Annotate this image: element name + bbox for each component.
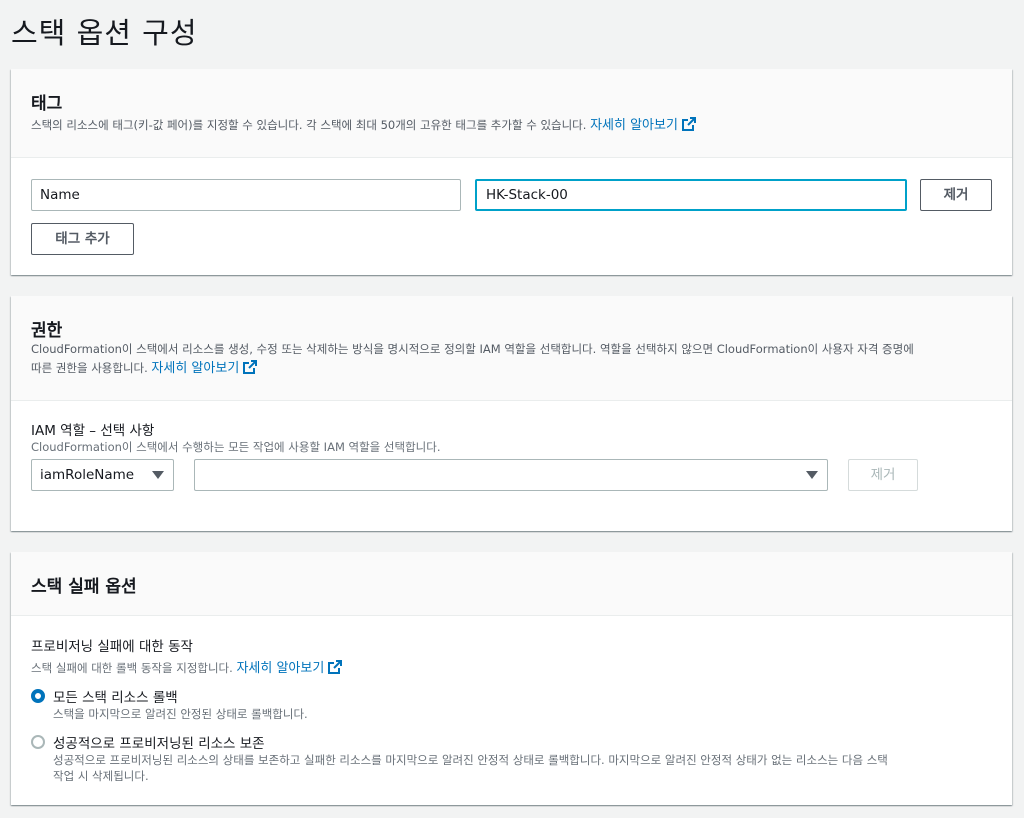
preserve-resources-description: 성공적으로 프로비저닝된 리소스의 상태를 보존하고 실패한 리소스를 마지막으…: [53, 752, 993, 784]
external-link-icon: [328, 660, 343, 674]
permissions-panel: 권한 CloudFormation이 스택에서 리소스를 생성, 수정 또는 삭…: [11, 296, 1012, 531]
failure-behavior-description-wrap: 스택 실패에 대한 롤백 동작을 지정합니다. 자세히 알아보기: [31, 657, 343, 676]
iam-role-type-value: iamRoleName: [40, 467, 135, 483]
iam-role-type-select[interactable]: iamRoleName: [31, 459, 174, 491]
failure-title: 스택 실패 옵션: [31, 577, 137, 597]
permissions-header: 권한 CloudFormation이 스택에서 리소스를 생성, 수정 또는 삭…: [11, 296, 1012, 401]
external-link-icon: [681, 117, 696, 131]
permissions-description-line2: 따른 권한을 사용합니다.: [31, 361, 148, 375]
tags-learn-more-label: 자세히 알아보기: [590, 118, 678, 133]
tag-value-input[interactable]: HK-Stack-00: [475, 179, 907, 211]
page-title: 스택 옵션 구성: [11, 16, 198, 50]
tags-title: 태그: [31, 94, 63, 114]
failure-behavior-label: 프로비저닝 실패에 대한 동작: [31, 639, 193, 655]
rollback-all-radio[interactable]: [31, 689, 45, 703]
iam-role-description: CloudFormation이 스택에서 수행하는 모든 작업에 사용할 IAM…: [31, 440, 441, 454]
chevron-down-icon: [806, 471, 818, 479]
tags-panel: 태그 스택의 리소스에 태그(키-값 페어)를 지정할 수 있습니다. 각 스택…: [11, 69, 1012, 275]
preserve-resources-label: 성공적으로 프로비저닝된 리소스 보존: [53, 736, 265, 752]
remove-role-button[interactable]: 제거: [848, 459, 918, 491]
failure-options-panel: 스택 실패 옵션 프로비저닝 실패에 대한 동작 스택 실패에 대한 롤백 동작…: [11, 552, 1012, 805]
tags-description: 스택의 리소스에 태그(키-값 페어)를 지정할 수 있습니다. 각 스택에 최…: [31, 116, 696, 135]
tags-learn-more-link[interactable]: 자세히 알아보기: [590, 117, 696, 133]
permissions-description-line2-wrap: 따른 권한을 사용합니다. 자세히 알아보기: [31, 359, 991, 378]
permissions-description: CloudFormation이 스택에서 리소스를 생성, 수정 또는 삭제하는…: [31, 340, 991, 378]
permissions-learn-more-link[interactable]: 자세히 알아보기: [151, 360, 258, 376]
permissions-learn-more-label: 자세히 알아보기: [151, 361, 240, 376]
preserve-resources-description-line2: 작업 시 삭제됩니다.: [53, 769, 149, 783]
failure-learn-more-link[interactable]: 자세히 알아보기: [236, 660, 343, 676]
rollback-all-label: 모든 스택 리소스 롤백: [53, 690, 178, 706]
preserve-resources-description-line1: 성공적으로 프로비저닝된 리소스의 상태를 보존하고 실패한 리소스를 마지막으…: [53, 753, 888, 767]
permissions-description-line1: CloudFormation이 스택에서 리소스를 생성, 수정 또는 삭제하는…: [31, 342, 914, 356]
iam-role-label: IAM 역할 – 선택 사항: [31, 423, 155, 439]
remove-tag-button[interactable]: 제거: [920, 179, 992, 211]
add-tag-button[interactable]: 태그 추가: [31, 223, 134, 255]
permissions-title: 권한: [31, 321, 63, 341]
preserve-resources-radio[interactable]: [31, 735, 45, 749]
failure-behavior-description: 스택 실패에 대한 롤백 동작을 지정합니다.: [31, 661, 233, 675]
iam-role-select[interactable]: [194, 459, 828, 491]
external-link-icon: [243, 360, 258, 374]
tag-key-input[interactable]: Name: [31, 179, 461, 211]
tags-description-text: 스택의 리소스에 태그(키-값 페어)를 지정할 수 있습니다. 각 스택에 최…: [31, 118, 587, 132]
failure-header: 스택 실패 옵션: [11, 552, 1012, 616]
rollback-all-description: 스택을 마지막으로 알려진 안정된 상태로 롤백합니다.: [53, 707, 308, 721]
failure-learn-more-label: 자세히 알아보기: [236, 661, 325, 676]
chevron-down-icon: [152, 471, 164, 479]
tags-header: 태그 스택의 리소스에 태그(키-값 페어)를 지정할 수 있습니다. 각 스택…: [11, 69, 1012, 158]
